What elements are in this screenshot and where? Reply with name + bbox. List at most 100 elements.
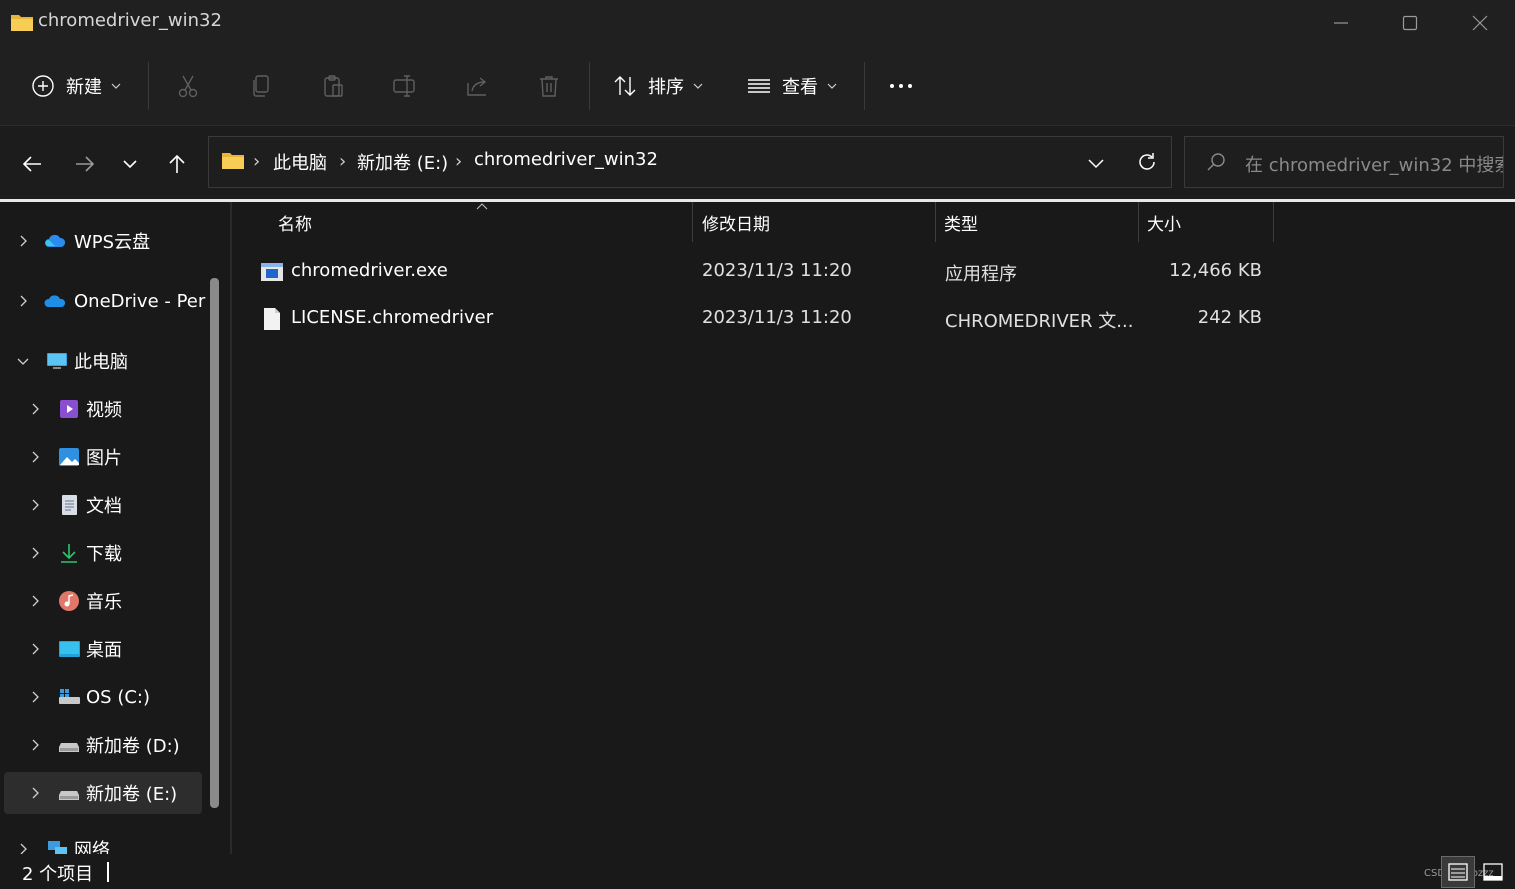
sidebar-item-documents[interactable]: 文档 [4,484,202,526]
drive-icon [59,743,79,752]
sidebar-item-label: OS (C:) [86,686,150,708]
column-header-size[interactable]: 大小 [1147,210,1181,235]
view-list-icon [748,79,770,93]
column-separator[interactable] [935,202,936,242]
chevron-right-icon[interactable] [28,594,42,608]
sort-button[interactable]: 排序 [612,66,704,106]
large-icons-view-button[interactable] [1476,856,1510,888]
column-separator[interactable] [1273,202,1274,242]
copy-button[interactable] [248,66,274,106]
minimize-icon [1334,22,1348,24]
sidebar-item-onedrive[interactable]: OneDrive - Per [4,280,205,322]
recent-locations-button[interactable] [112,146,148,182]
delete-button[interactable] [536,66,562,106]
chevron-right-icon[interactable] [28,450,42,464]
chevron-right-icon[interactable] [16,294,30,308]
sidebar-item-label: 桌面 [86,640,122,661]
paste-button[interactable] [320,66,346,106]
chevron-right-icon[interactable] [28,642,42,656]
network-icon [48,841,67,854]
chevron-right-icon[interactable] [28,786,42,800]
toolbar-divider [148,62,149,110]
file-row-license[interactable]: LICENSE.chromedriver 2023/11/3 11:20 CHR… [252,297,1272,341]
view-label: 查看 [782,77,818,98]
file-name: LICENSE.chromedriver [291,307,494,328]
chevron-right-icon[interactable] [28,738,42,752]
new-button[interactable]: 新建 [30,66,122,106]
breadcrumb-this-pc[interactable]: 此电脑 [273,149,327,175]
file-type: CHROMEDRIVER 文... [945,311,1134,332]
sidebar-item-videos[interactable]: 视频 [4,388,202,430]
column-separator[interactable] [1138,202,1139,242]
sidebar-item-pictures[interactable]: 图片 [4,436,202,478]
back-button[interactable] [14,146,50,182]
sidebar-item-this-pc[interactable]: 此电脑 [4,340,202,382]
chevron-right-icon[interactable] [28,402,42,416]
details-view-icon [1448,863,1468,881]
sidebar-item-downloads[interactable]: 下载 [4,532,202,574]
up-button[interactable] [159,146,195,182]
sidebar-scrollbar[interactable] [210,278,219,808]
search-placeholder: 在 chromedriver_win32 中搜索 [1245,155,1504,176]
sidebar-item-drive-c[interactable]: OS (C:) [4,676,202,718]
address-dropdown-icon[interactable] [1085,152,1107,174]
folder-icon [222,153,244,169]
maximize-button[interactable] [1387,6,1433,40]
sidebar-item-music[interactable]: 音乐 [4,580,202,622]
details-view-button[interactable] [1441,856,1475,888]
file-type: 应用程序 [945,264,1017,285]
window-title: chromedriver_win32 [38,10,222,31]
column-header-date[interactable]: 修改日期 [702,210,770,235]
music-icon [59,591,79,611]
share-button[interactable] [464,66,490,106]
sidebar-item-network[interactable]: 网络 [4,828,202,854]
breadcrumb-separator: › [339,151,347,172]
column-header-name[interactable]: 名称 [278,210,312,235]
arrow-up-icon [169,154,185,173]
documents-icon [62,495,77,515]
large-icons-view-icon [1483,863,1503,881]
chevron-right-icon[interactable] [28,498,42,512]
column-separator[interactable] [692,202,693,242]
sidebar-item-drive-e[interactable]: 新加卷 (E:) [4,772,202,814]
minimize-button[interactable] [1318,6,1364,40]
breadcrumb-separator: › [455,151,463,172]
chevron-right-icon[interactable] [28,546,42,560]
chevron-right-icon[interactable] [16,842,30,854]
copy-icon [253,75,269,97]
new-label: 新建 [66,77,102,98]
sidebar-item-desktop[interactable]: 桌面 [4,628,202,670]
trash-icon [540,76,558,97]
more-button[interactable] [888,66,914,106]
file-row-chromedriver-exe[interactable]: chromedriver.exe 2023/11/3 11:20 应用程序 12… [252,250,1272,294]
breadcrumb-current-folder[interactable]: chromedriver_win32 [474,149,658,170]
close-button[interactable] [1457,6,1503,40]
file-name: chromedriver.exe [291,260,448,281]
sidebar-item-label: 新加卷 (E:) [86,784,178,805]
sidebar-item-wps-cloud[interactable]: WPS云盘 [4,220,202,262]
sidebar-item-label: WPS云盘 [74,232,151,253]
sidebar-item-label: 视频 [86,400,122,421]
refresh-icon[interactable] [1135,150,1159,174]
breadcrumb-drive-e[interactable]: 新加卷 (E:) [357,149,448,175]
sort-label: 排序 [648,77,684,98]
toolbar-divider [589,62,590,110]
forward-button[interactable] [67,146,103,182]
column-header-type[interactable]: 类型 [944,210,978,235]
rename-button[interactable] [392,66,418,106]
command-bar: 新建 排序 查看 [0,46,1515,126]
sidebar-item-label: 音乐 [86,592,122,613]
sidebar-item-label: 网络 [74,840,110,854]
file-size: 242 KB [1197,307,1262,328]
address-bar[interactable]: › 此电脑 › 新加卷 (E:) › chromedriver_win32 [208,136,1172,188]
sidebar-item-label: 此电脑 [74,352,128,373]
search-input[interactable]: 在 chromedriver_win32 中搜索 [1184,136,1504,188]
cut-button[interactable] [175,66,201,106]
chevron-right-icon[interactable] [28,690,42,704]
view-button[interactable]: 查看 [746,66,838,106]
sort-icon [614,76,636,96]
sidebar-item-drive-d[interactable]: 新加卷 (D:) [4,724,202,766]
chevron-down-icon[interactable] [16,354,30,368]
desktop-icon [59,641,80,657]
chevron-right-icon[interactable] [16,234,30,248]
